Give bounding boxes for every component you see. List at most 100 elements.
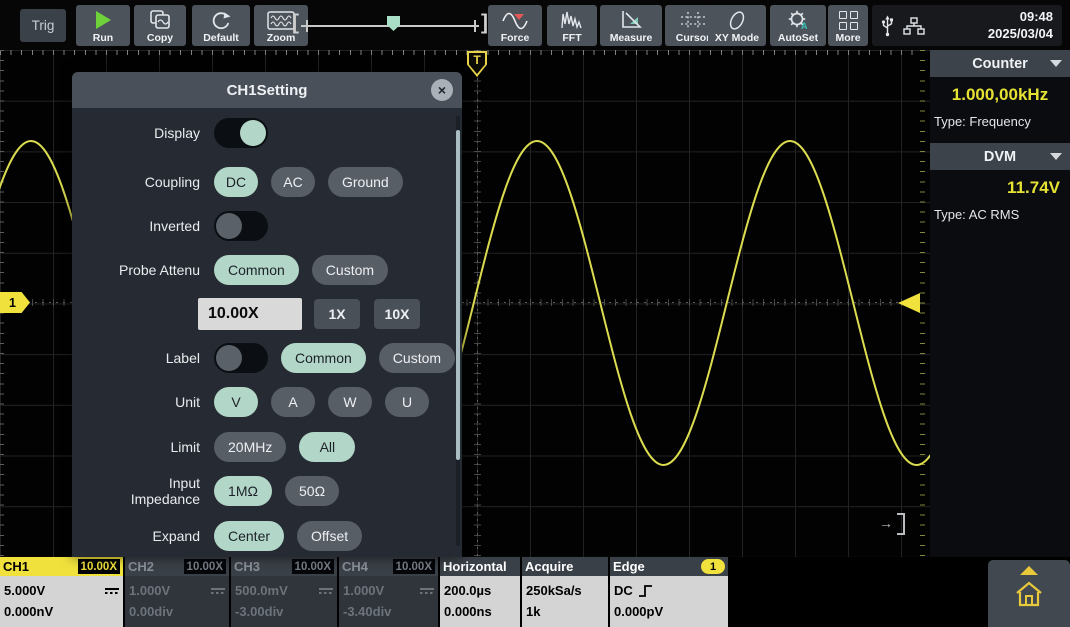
measure-button[interactable]: Measure xyxy=(600,5,662,46)
display-row: Display xyxy=(72,117,450,149)
coupling-ground-button[interactable]: Ground xyxy=(328,167,403,197)
probe-custom-button[interactable]: Custom xyxy=(312,255,388,285)
unit-u-button[interactable]: U xyxy=(385,387,429,417)
trigger-status-block[interactable]: Edge 1 DC 0.000pV xyxy=(610,557,728,627)
clock-panel[interactable]: 09:48 2025/03/04 xyxy=(872,5,1062,46)
home-button[interactable] xyxy=(988,560,1070,627)
probe-10x-button[interactable]: 10X xyxy=(374,299,420,329)
force-trigger-icon xyxy=(501,8,529,32)
label-common-button[interactable]: Common xyxy=(281,343,366,373)
coupling-ac-button[interactable]: AC xyxy=(271,167,315,197)
display-label: Display xyxy=(72,125,200,141)
display-toggle[interactable] xyxy=(214,118,268,148)
ch1-setting-dialog: CH1Setting × Display Coupling DC AC Grou… xyxy=(72,72,462,557)
ch2-scale: 1.000V xyxy=(129,584,170,598)
rising-edge-icon xyxy=(638,584,653,598)
impedance-1mohm-button[interactable]: 1MΩ xyxy=(214,476,272,506)
ch1-status-block[interactable]: CH1 10.00X 5.000V 0.000nV xyxy=(0,557,123,627)
trigger-position-flag-icon[interactable]: T xyxy=(467,51,487,77)
run-button[interactable]: Run xyxy=(76,5,130,46)
collapse-panel-icon[interactable]: → xyxy=(879,513,905,535)
label-custom-button[interactable]: Custom xyxy=(379,343,455,373)
run-label: Run xyxy=(93,32,113,44)
ch2-status-block[interactable]: CH2 10.00X 1.000V 0.00div xyxy=(125,557,229,627)
dc-coupling-icon xyxy=(105,588,119,594)
dvm-section-header[interactable]: DVM xyxy=(930,143,1070,170)
cursor-label: Cursor xyxy=(676,32,710,44)
ch4-status-block[interactable]: CH4 10.00X 1.000V -3.40div xyxy=(339,557,438,627)
date-display: 2025/03/04 xyxy=(988,25,1053,42)
trigger-position-marker-icon[interactable] xyxy=(387,16,400,31)
close-icon[interactable]: × xyxy=(431,79,453,101)
probe-attenuation-label: Probe Attenu xyxy=(72,262,200,278)
expand-offset-button[interactable]: Offset xyxy=(297,521,362,551)
chevron-down-icon xyxy=(1050,60,1062,67)
ch2-name: CH2 xyxy=(128,559,154,574)
acquire-status-block[interactable]: Acquire 250kSa/s 1k xyxy=(522,557,608,627)
coupling-dc-button[interactable]: DC xyxy=(214,167,258,197)
fft-button[interactable]: FFT xyxy=(547,5,597,46)
autoset-label: AutoSet xyxy=(778,32,818,44)
channel1-marker-number: 1 xyxy=(9,296,16,310)
bottom-status-bar: CH1 10.00X 5.000V 0.000nV CH2 10.00X 1.0… xyxy=(0,557,1070,627)
unit-a-button[interactable]: A xyxy=(271,387,315,417)
horizontal-position-widget[interactable]: [ ] xyxy=(292,12,488,38)
fft-label: FFT xyxy=(562,32,581,44)
acquire-memory-depth: 1k xyxy=(526,605,540,619)
dialog-header[interactable]: CH1Setting × xyxy=(72,72,462,108)
copy-button[interactable]: Copy xyxy=(134,5,186,46)
acquire-sample-rate: 250kSa/s xyxy=(526,584,582,598)
more-grid-icon xyxy=(839,8,858,32)
limit-label: Limit xyxy=(72,439,200,455)
limit-all-button[interactable]: All xyxy=(299,432,355,462)
dialog-scrollbar[interactable] xyxy=(456,116,460,546)
zoom-label: Zoom xyxy=(267,32,296,44)
probe-1x-button[interactable]: 1X xyxy=(314,299,360,329)
counter-section-header[interactable]: Counter xyxy=(930,50,1070,77)
right-bracket-icon: ] xyxy=(481,10,488,36)
lan-icon xyxy=(903,16,925,36)
ch1-offset: 0.000nV xyxy=(4,605,53,619)
ch2-attenuation-badge: 10.00X xyxy=(184,559,226,574)
horizontal-title: Horizontal xyxy=(443,559,507,574)
expand-center-button[interactable]: Center xyxy=(214,521,284,551)
copy-label: Copy xyxy=(147,32,173,44)
ch1-scale: 5.000V xyxy=(4,584,45,598)
ch4-attenuation-badge: 10.00X xyxy=(393,559,435,574)
counter-type: Type: Frequency xyxy=(930,113,1070,135)
inverted-toggle[interactable] xyxy=(214,211,268,241)
coupling-row: Coupling DC AC Ground xyxy=(72,166,450,198)
xy-mode-label: XY Mode xyxy=(715,32,759,44)
probe-ratio-input[interactable]: 10.00X xyxy=(198,298,302,330)
more-button[interactable]: More xyxy=(828,5,868,46)
zoom-waveform-icon xyxy=(267,8,295,32)
label-toggle[interactable] xyxy=(214,343,268,373)
dialog-scrollbar-thumb[interactable] xyxy=(456,130,460,460)
ch3-status-block[interactable]: CH3 10.00X 500.0mV -3.00div xyxy=(231,557,337,627)
label-label: Label xyxy=(72,350,200,366)
expand-label: Expand xyxy=(72,528,200,544)
horizontal-status-block[interactable]: Horizontal 200.0µs 0.000ns xyxy=(440,557,520,627)
autoset-button[interactable]: A AutoSet xyxy=(770,5,826,46)
ch1-name: CH1 xyxy=(3,559,29,574)
trigger-level: 0.000pV xyxy=(614,605,663,619)
limit-20mhz-button[interactable]: 20MHz xyxy=(214,432,286,462)
dc-coupling-icon xyxy=(420,588,434,594)
trig-label: Trig xyxy=(32,18,55,33)
more-label: More xyxy=(835,32,860,44)
trig-button[interactable]: Trig xyxy=(20,9,66,42)
default-button[interactable]: Default xyxy=(192,5,250,46)
autoset-gear-icon: A xyxy=(786,8,810,32)
impedance-50ohm-button[interactable]: 50Ω xyxy=(285,476,339,506)
ch4-offset: -3.40div xyxy=(343,605,391,619)
unit-w-button[interactable]: W xyxy=(328,387,372,417)
xy-mode-button[interactable]: XY Mode xyxy=(708,5,766,46)
probe-common-button[interactable]: Common xyxy=(214,255,299,285)
collapse-up-icon xyxy=(1020,566,1038,575)
force-button[interactable]: Force xyxy=(488,5,542,46)
unit-label: Unit xyxy=(72,394,200,410)
unit-v-button[interactable]: V xyxy=(214,387,258,417)
trigger-source-badge: 1 xyxy=(701,559,725,574)
unit-row: Unit V A W U xyxy=(72,386,450,418)
force-label: Force xyxy=(501,32,530,44)
